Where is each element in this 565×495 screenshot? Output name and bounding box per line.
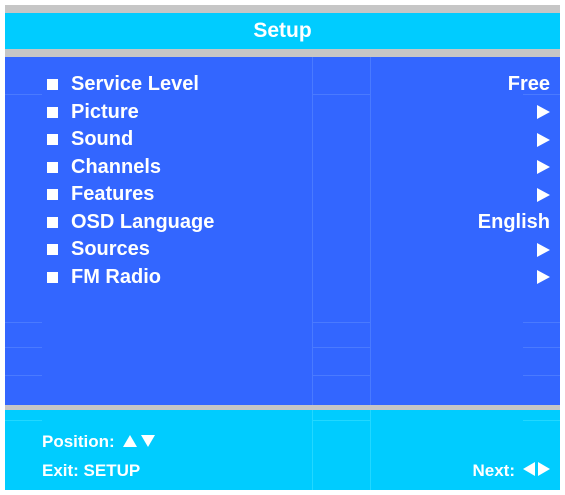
menu-item-label: Sound xyxy=(71,128,134,150)
grid-line xyxy=(312,347,370,348)
submenu-arrow-icon xyxy=(537,132,550,147)
page-title: Setup xyxy=(253,19,312,42)
menu-item-sources[interactable]: Sources xyxy=(5,236,560,263)
menu-item-osd-language[interactable]: OSD Language English xyxy=(5,209,560,236)
square-bullet-icon xyxy=(47,189,58,200)
position-hint: Position: xyxy=(42,432,155,452)
arrow-right-icon xyxy=(538,462,550,476)
square-bullet-icon xyxy=(47,161,58,173)
grid-line xyxy=(370,410,371,490)
grid-line xyxy=(523,375,560,376)
grid-line xyxy=(5,322,42,323)
submenu-arrow-icon xyxy=(537,160,550,175)
submenu-arrow-icon xyxy=(537,126,550,153)
submenu-arrow-icon xyxy=(537,264,550,291)
next-label: Next: xyxy=(472,461,515,480)
exit-label: Exit: SETUP xyxy=(42,461,141,480)
submenu-arrow-icon xyxy=(537,105,550,120)
grid-line xyxy=(5,375,42,376)
position-label: Position: xyxy=(42,432,115,451)
menu-panel: Service Level Free Picture Sound Channels Fea… xyxy=(5,57,560,405)
menu-item-value: English xyxy=(477,210,550,233)
menu-item-label: Sources xyxy=(71,238,150,260)
submenu-arrow-icon xyxy=(537,187,550,202)
arrow-left-icon xyxy=(523,462,535,476)
menu-item-picture[interactable]: Picture xyxy=(5,99,560,126)
menu-item-value: Free xyxy=(507,73,550,95)
exit-hint[interactable]: Exit: SETUP xyxy=(42,461,140,481)
menu-item-service-level[interactable]: Service Level Free xyxy=(5,71,560,98)
square-bullet-icon xyxy=(47,134,58,145)
grid-line xyxy=(5,347,42,348)
menu-item-label: OSD Language xyxy=(71,210,215,233)
square-bullet-icon xyxy=(47,271,58,283)
menu-item-features[interactable]: Features xyxy=(5,181,560,208)
title-bar: Setup xyxy=(5,13,560,49)
menu-item-sound[interactable]: Sound xyxy=(5,126,560,153)
square-bullet-icon xyxy=(47,79,58,90)
grid-line xyxy=(523,322,560,323)
grid-line xyxy=(312,420,370,421)
menu-item-label: Service Level xyxy=(71,73,199,95)
menu-item-label: Channels xyxy=(71,155,162,178)
menu-item-fm-radio[interactable]: FM Radio xyxy=(5,264,560,291)
grid-line xyxy=(523,347,560,348)
grid-line xyxy=(312,322,370,323)
grid-line xyxy=(5,420,42,421)
square-bullet-icon xyxy=(47,216,58,228)
grid-line xyxy=(312,410,313,490)
submenu-arrow-icon xyxy=(537,99,550,126)
submenu-arrow-icon xyxy=(537,270,550,285)
submenu-arrow-icon xyxy=(537,181,550,208)
submenu-arrow-icon xyxy=(537,236,550,263)
submenu-arrow-icon xyxy=(537,154,550,181)
menu-item-channels[interactable]: Channels xyxy=(5,154,560,181)
grid-line xyxy=(523,420,560,421)
next-hint: Next: xyxy=(472,461,550,481)
square-bullet-icon xyxy=(47,244,58,255)
arrow-up-icon xyxy=(122,435,137,447)
footer-bar: Position: Exit: SETUP Next: xyxy=(5,410,560,490)
submenu-arrow-icon xyxy=(537,242,550,257)
setup-osd-window: Setup Service Level Free Picture Sound Chann… xyxy=(5,5,560,490)
arrow-down-icon xyxy=(140,435,155,447)
square-bullet-icon xyxy=(47,106,58,118)
menu-item-label: Features xyxy=(71,183,155,205)
menu-item-label: FM Radio xyxy=(71,265,161,288)
grid-line xyxy=(312,375,370,376)
menu-item-label: Picture xyxy=(71,100,139,123)
